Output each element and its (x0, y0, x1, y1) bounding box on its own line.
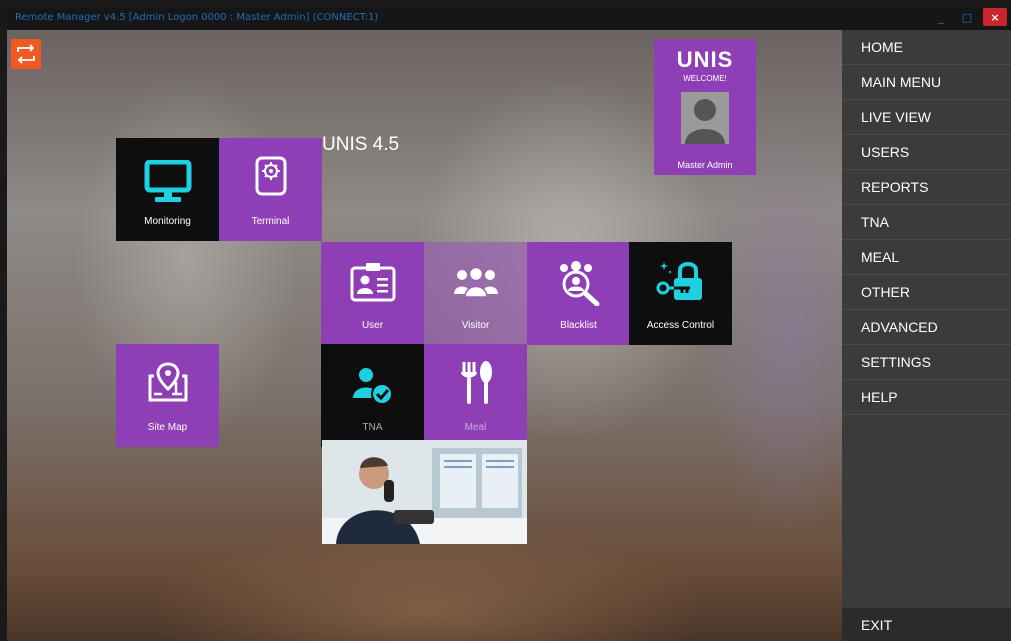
id-card-icon (350, 263, 395, 302)
swap-button[interactable] (11, 39, 41, 69)
nav-meal[interactable]: MEAL (842, 240, 1011, 275)
tile-label: Monitoring (144, 216, 191, 227)
tile-label: Terminal (251, 216, 290, 227)
unis-logo: UNIS (676, 47, 734, 72)
tile-label: Visitor (461, 320, 490, 331)
sidebar: HOME MAIN MENU LIVE VIEW USERS REPORTS T… (842, 30, 1011, 641)
blacklist-search-icon (559, 261, 599, 306)
tile-site-map[interactable]: Site Map (116, 344, 219, 447)
visitors-group-icon (453, 266, 498, 298)
nav-live-view[interactable]: LIVE VIEW (842, 100, 1011, 135)
nav-label: EXIT (861, 617, 893, 633)
nav-advanced[interactable]: ADVANCED (842, 310, 1011, 345)
welcome-card[interactable]: UNIS WELCOME! Master Admin (654, 39, 756, 175)
support-agent-image (322, 440, 527, 544)
support-photo (322, 440, 527, 544)
nav-label: HELP (861, 389, 898, 405)
tile-label: TNA (362, 422, 383, 433)
nav-label: USERS (861, 144, 910, 160)
nav-home[interactable]: HOME (842, 30, 1011, 65)
minimize-button[interactable]: _ (929, 8, 953, 26)
nav-label: MEAL (861, 249, 900, 265)
tile-access-control[interactable]: Access Control (629, 242, 732, 345)
tile-label: User (361, 320, 384, 331)
nav-label: SETTINGS (861, 354, 932, 370)
nav-label: HOME (861, 39, 903, 55)
lock-key-icon (656, 262, 702, 300)
tile-label: Meal (464, 422, 487, 433)
user-name: Master Admin (677, 160, 733, 170)
avatar (681, 92, 729, 144)
tile-terminal[interactable]: Terminal (219, 138, 322, 241)
nav-settings[interactable]: SETTINGS (842, 345, 1011, 380)
nav-main-menu[interactable]: MAIN MENU (842, 65, 1011, 100)
user-check-icon (352, 368, 393, 405)
tile-label: Access Control (646, 320, 715, 331)
close-button[interactable]: × (983, 8, 1007, 26)
nav-users[interactable]: USERS (842, 135, 1011, 170)
nav-label: MAIN MENU (861, 74, 942, 90)
tile-label: Blacklist (560, 320, 597, 331)
app-window: Remote Manager v4.5 [Admin Logon 0000 : … (7, 8, 1011, 641)
welcome-subtitle: WELCOME! (683, 74, 727, 83)
title-bar: Remote Manager v4.5 [Admin Logon 0000 : … (7, 8, 1011, 30)
nav-exit[interactable]: EXIT (842, 608, 1011, 641)
maximize-button[interactable]: □ (955, 8, 979, 26)
nav-label: ADVANCED (861, 319, 938, 335)
nav-label: OTHER (861, 284, 910, 300)
nav-help[interactable]: HELP (842, 380, 1011, 415)
tile-label: Site Map (147, 422, 188, 433)
tile-blacklist[interactable]: Blacklist (527, 242, 630, 345)
nav-tna[interactable]: TNA (842, 205, 1011, 240)
window-title: Remote Manager v4.5 [Admin Logon 0000 : … (15, 12, 379, 23)
terminal-settings-icon (255, 156, 286, 196)
nav-label: LIVE VIEW (861, 109, 932, 125)
main-area: UNIS 4.5 Monitoring Terminal User Visito… (7, 30, 842, 641)
site-map-icon (148, 362, 187, 402)
swap-arrows-icon (17, 44, 35, 64)
nav-other[interactable]: OTHER (842, 275, 1011, 310)
tile-meal[interactable]: Meal (424, 344, 527, 447)
person-silhouette-icon (685, 99, 725, 144)
nav-label: TNA (861, 214, 889, 230)
tile-visitor[interactable]: Visitor (424, 242, 527, 345)
app-heading: UNIS 4.5 (322, 134, 400, 155)
nav-label: REPORTS (861, 179, 929, 195)
tile-monitoring[interactable]: Monitoring (116, 138, 219, 241)
tile-user[interactable]: User (321, 242, 424, 345)
nav-reports[interactable]: REPORTS (842, 170, 1011, 205)
fork-knife-icon (460, 361, 492, 404)
monitor-icon (144, 160, 191, 202)
tile-tna[interactable]: TNA (321, 344, 424, 447)
